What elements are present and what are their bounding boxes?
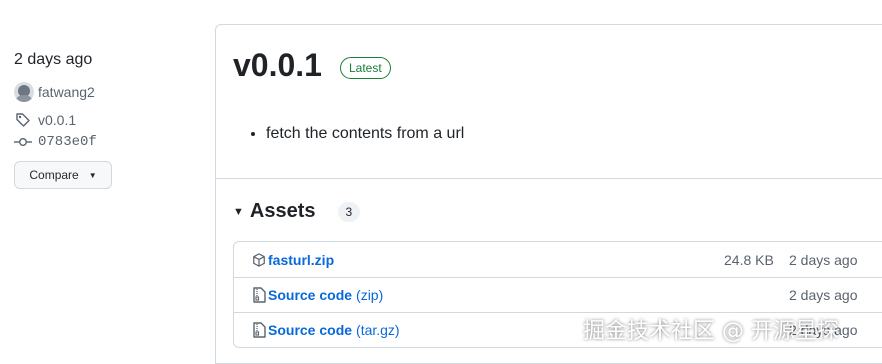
release-title[interactable]: v0.0.1 [233, 47, 322, 84]
release-commit[interactable]: 0783e0f [14, 134, 97, 150]
compare-button[interactable]: Compare ▼ [14, 161, 112, 189]
asset-link[interactable]: Source code [268, 287, 352, 303]
avatar[interactable] [14, 82, 34, 102]
asset-link[interactable]: Source code [268, 322, 352, 338]
asset-date: 2 days ago [789, 251, 858, 268]
assets-toggle[interactable]: ▼ Assets 3 [233, 200, 361, 223]
triangle-down-icon: ▼ [233, 205, 244, 218]
watermark: 掘金技术社区 @ 开源星探 [583, 319, 839, 344]
file-zip-icon [251, 287, 267, 303]
asset-row: fasturl.zip 24.8 KB 2 days ago [234, 242, 882, 277]
caret-down-icon: ▼ [88, 170, 97, 180]
assets-title: Assets [249, 200, 316, 222]
tag-icon [14, 112, 32, 128]
divider [216, 178, 882, 179]
latest-badge: Latest [340, 57, 391, 79]
author-name[interactable]: fatwang2 [38, 84, 95, 100]
release-notes: fetch the contents from a url [246, 125, 464, 143]
release-date: 2 days ago [14, 51, 93, 68]
release-author[interactable]: fatwang2 [14, 82, 95, 102]
release-note-item: fetch the contents from a url [266, 125, 464, 143]
release-tag[interactable]: v0.0.1 [14, 112, 76, 128]
commit-sha[interactable]: 0783e0f [38, 134, 97, 150]
file-zip-icon [251, 322, 267, 338]
compare-label: Compare [29, 168, 79, 182]
asset-row: Source code (zip) 2 days ago [234, 277, 882, 312]
asset-link[interactable]: fasturl.zip [268, 252, 334, 268]
asset-size: 24.8 KB [724, 251, 774, 268]
tag-name[interactable]: v0.0.1 [38, 112, 76, 128]
package-icon [251, 252, 267, 268]
git-commit-icon [14, 134, 32, 150]
asset-date: 2 days ago [789, 287, 858, 303]
asset-ext[interactable]: (zip) [356, 287, 383, 303]
assets-count-badge: 3 [337, 201, 361, 222]
asset-ext[interactable]: (tar.gz) [356, 322, 400, 338]
